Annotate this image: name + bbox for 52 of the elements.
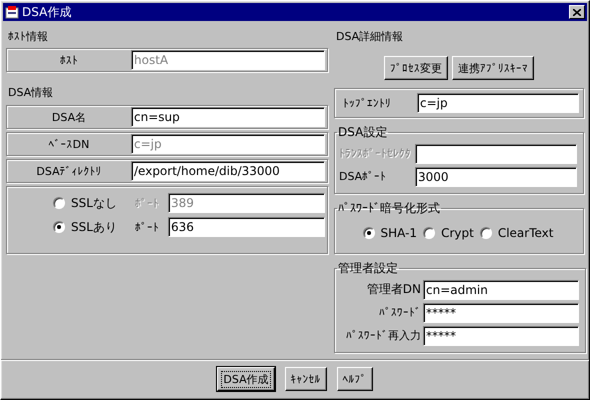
port-label: ﾎﾟｰﾄ (135, 196, 160, 210)
action-button[interactable]: ﾌﾟﾛｾｽ変更 (384, 56, 448, 80)
app-icon (5, 5, 19, 19)
input-field[interactable] (415, 144, 577, 164)
radio-label: SSLなし (71, 194, 117, 212)
input-field[interactable]: ***** (423, 302, 579, 322)
input-field[interactable]: c=jp (417, 93, 579, 113)
close-icon (573, 8, 581, 16)
group-title: ﾊﾟｽﾜｰﾄﾞ暗号化形式 (337, 200, 441, 217)
input-field[interactable]: cn=admin (423, 280, 579, 300)
radio-option[interactable]: SSLなし (53, 194, 135, 212)
radio-option[interactable]: SSLあり (53, 218, 135, 236)
radio-option[interactable]: ClearText (480, 226, 554, 240)
radio-button[interactable] (53, 197, 65, 209)
port-label: ﾎﾟｰﾄ (135, 220, 160, 234)
input-field[interactable]: 3000 (415, 166, 577, 186)
input-field[interactable]: ***** (423, 326, 579, 346)
section-heading: DSA情報 (7, 85, 54, 101)
radio-label: SHA-1 (380, 226, 418, 240)
dialog-button[interactable]: DSA作成 (217, 367, 275, 391)
field-label: 管理者DN (366, 281, 422, 298)
radio-button[interactable] (480, 227, 492, 239)
port-field[interactable]: 636 (168, 217, 325, 237)
field-label: ﾎｽﾄ (59, 54, 79, 66)
field-label: ﾍﾞｰｽDN (48, 138, 90, 150)
field-label: ﾊﾟｽﾜｰﾄﾞ再入力 (345, 328, 422, 343)
group-title: 管理者設定 (337, 260, 399, 277)
radio-label: ClearText (498, 226, 554, 240)
radio-label: Crypt (441, 226, 474, 240)
field-label: DSAﾃﾞｨﾚｸﾄﾘ (35, 164, 103, 178)
radio-button[interactable] (362, 227, 375, 239)
radio-label: SSLあり (71, 218, 117, 236)
action-button[interactable]: 連携ｱﾌﾟﾘｽｷｰﾏ (452, 56, 534, 80)
field-label: DSAﾎﾟｰﾄ (339, 170, 388, 183)
radio-button[interactable] (423, 227, 436, 239)
section-heading: DSA詳細情報 (335, 29, 404, 45)
field-label: ﾄｯﾌﾟｴﾝﾄﾘ (342, 96, 392, 110)
input-field[interactable]: cn=sup (131, 107, 325, 127)
group-title: DSA設定 (337, 124, 388, 141)
field-label: DSA名 (50, 110, 88, 124)
radio-option[interactable]: SHA-1 (362, 226, 418, 240)
dialog-button[interactable]: ｷｬﾝｾﾙ (284, 367, 327, 391)
section-heading: ﾎｽﾄ情報 (7, 29, 49, 45)
close-button[interactable] (569, 5, 585, 19)
radio-button[interactable] (53, 221, 65, 233)
radio-option[interactable]: Crypt (423, 226, 474, 240)
field-label: ﾊﾟｽﾜｰﾄﾞ (378, 306, 422, 319)
field-label: ﾄﾗﾝｽﾎﾟｰﾄｾﾚｸﾀ (339, 147, 412, 160)
port-field[interactable]: 389 (168, 193, 325, 213)
input-field[interactable]: /export/home/dib/33000 (131, 161, 325, 181)
window-title: DSA作成 (22, 4, 72, 20)
dialog-button[interactable]: ﾍﾙﾌﾟ (336, 367, 373, 391)
